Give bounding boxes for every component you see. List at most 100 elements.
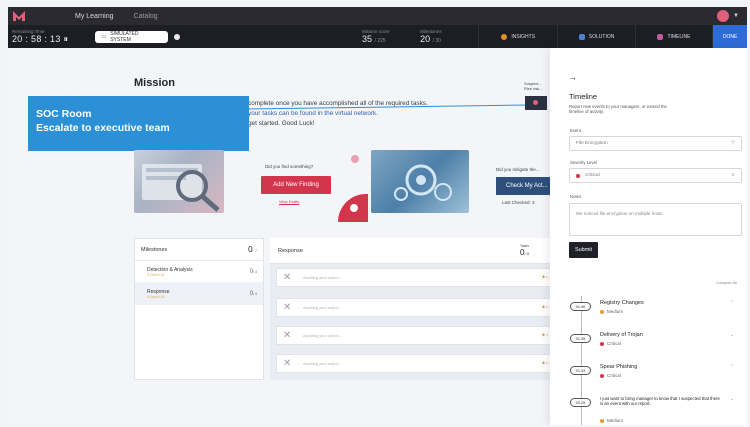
suspect-hint: Suspect... Rise risk... <box>524 81 543 91</box>
solution-button[interactable]: SOLUTION <box>557 25 634 48</box>
simulated-system-button[interactable]: ▭ SIMULATED SYSTEM <box>95 30 169 43</box>
event-select[interactable]: File Encryption ▽ <box>569 136 742 151</box>
entry-name: I just want to bring manager to know tha… <box>600 396 720 406</box>
submit-button[interactable]: Submit <box>569 242 598 258</box>
avatar[interactable] <box>717 10 730 22</box>
callout-subtitle: Escalate to executive team <box>36 122 170 134</box>
view-drafts-link[interactable]: View Drafts <box>279 199 299 204</box>
insights-button[interactable]: INSIGHTS <box>478 25 557 48</box>
action-icon[interactable]: ✦› <box>541 304 548 311</box>
chevron-down-icon[interactable]: ⌄ <box>730 332 734 338</box>
remaining-time: Remaining Time 20 : 58 : 13 ⏸ <box>12 29 85 45</box>
page-title: Mission <box>134 77 175 89</box>
milestone-item-detection[interactable]: Detection & Analysis 0 Out of 10 0/ 3 <box>135 261 263 283</box>
chevron-up-icon[interactable]: ⌃ <box>730 300 734 306</box>
severity-dot <box>600 373 604 378</box>
simulated-system-label: SIMULATED SYSTEM <box>110 30 139 43</box>
entry-severity-label: Medium <box>607 418 624 423</box>
callout-connector <box>249 104 532 110</box>
severity-select[interactable]: Critical ∨ <box>569 168 742 183</box>
chevron-up-icon[interactable]: ⌃ <box>730 364 734 370</box>
mission-score-total: / 225 <box>374 38 386 44</box>
insights-icon <box>501 33 508 40</box>
milestone-score-value: 20 <box>420 34 431 44</box>
response-header: Response <box>270 238 555 264</box>
insights-label: INSIGHTS <box>511 33 536 40</box>
entry-severity: Critical <box>600 341 621 346</box>
severity-label: Severity Level <box>570 160 597 165</box>
lock-icon <box>350 204 358 212</box>
suspect-line-2: Rise risk... <box>524 86 543 91</box>
brand-logo[interactable] <box>8 7 30 25</box>
task-row[interactable]: ✕ Awaiting your action... ✦› <box>276 354 555 373</box>
task-row[interactable]: ✕ Awaiting your action... ✦› <box>276 268 555 287</box>
nav-catalog[interactable]: Catalog <box>134 13 158 20</box>
entry-severity-label: Medium <box>607 309 624 314</box>
timeline-icon <box>657 33 664 40</box>
milestone-progress: 0 Out of 10 <box>147 272 165 277</box>
pause-icon[interactable]: ⏸ <box>63 34 68 44</box>
task-placeholder: Awaiting your action... <box>303 275 343 280</box>
monitor-icon: ▭ <box>101 33 107 40</box>
entry-severity-label: Critical <box>607 373 621 378</box>
tools-icon: ✕ <box>283 330 292 341</box>
nav-my-learning[interactable]: My Learning <box>75 13 114 20</box>
entry-severity: Critical <box>600 373 621 378</box>
entry-time: 01:33 <box>570 366 591 375</box>
add-new-finding-button[interactable]: Add New Finding <box>261 176 331 194</box>
milestones-total: / 7 <box>252 248 257 253</box>
severity-value: Critical <box>585 173 600 178</box>
action-icon[interactable]: ✦› <box>541 360 548 367</box>
callout-title: SOC Room <box>36 108 92 120</box>
tools-icon: ✕ <box>283 302 292 313</box>
arrow-right-icon[interactable]: → <box>568 72 577 82</box>
milestone-name: Response <box>147 288 170 295</box>
tools-icon: ✕ <box>283 272 292 283</box>
task-placeholder: Awaiting your action... <box>303 305 343 310</box>
notes-textarea[interactable]: We noticed file encryption on multiple h… <box>569 203 742 236</box>
decorative-shape <box>338 194 368 222</box>
severity-dot <box>600 341 604 346</box>
timeline-panel: → Timeline Report new events to your man… <box>550 48 747 425</box>
last-checked-text: Last Checked: 3 <box>502 200 535 205</box>
milestone-total: / 4 <box>253 291 257 296</box>
tasks-total: / 4 <box>524 251 529 256</box>
record-icon <box>533 100 538 105</box>
solution-label: SOLUTION <box>588 33 615 40</box>
suspect-button[interactable] <box>525 96 547 110</box>
severity-dot <box>600 418 604 423</box>
milestones-header: Milestones 0/ 7 <box>135 239 263 261</box>
response-heading: Response <box>278 247 303 254</box>
chevron-down-icon: ∨ <box>731 172 735 178</box>
chevron-down-icon[interactable]: ▼ <box>733 13 739 19</box>
tools-icon: ✕ <box>283 358 292 369</box>
magnifier-illustration <box>134 150 224 213</box>
tasks-counter: Tasks 0/ 4 <box>520 244 529 257</box>
milestone-total: / 3 <box>253 269 257 274</box>
collapse-all-link[interactable]: Collapse All <box>716 280 737 285</box>
entry-name: Delivery of Trojan <box>600 332 643 338</box>
chevron-down-icon[interactable]: ⌄ <box>730 396 734 402</box>
timeline-button[interactable]: TIMELINE <box>634 25 712 48</box>
status-indicator-dot <box>174 33 181 40</box>
done-button[interactable]: DONE <box>712 25 747 48</box>
mission-score: Mission score 35 / 225 <box>362 29 420 44</box>
task-row[interactable]: ✕ Awaiting your action... ✦› <box>276 326 555 345</box>
chevron-down-icon: ▽ <box>731 140 735 146</box>
remaining-time-value: 20 : 58 : 13 <box>12 33 61 44</box>
task-row[interactable]: ✕ Awaiting your action... ✦› <box>276 298 555 317</box>
mission-status-bar: Remaining Time 20 : 58 : 13 ⏸ ▭ SIMULATE… <box>8 25 747 48</box>
entry-severity-label: Critical <box>607 341 621 346</box>
soc-room-callout: SOC Room Escalate to executive team <box>28 96 249 151</box>
milestone-item-response[interactable]: Response 0 Out of 10 0/ 4 <box>135 283 263 305</box>
event-value: File Encryption <box>576 141 608 146</box>
action-icon[interactable]: ✦› <box>541 274 548 281</box>
action-icon[interactable]: ✦› <box>541 332 548 339</box>
mitigate-question: Did you mitigate the... <box>496 167 540 172</box>
find-question: Did you find something? <box>265 164 314 169</box>
top-nav-bar: My Learning Catalog ▼ <box>8 7 747 25</box>
check-my-actions-button[interactable]: Check My Act... <box>496 177 556 195</box>
timeline-description: Report new events to your managers, or e… <box>569 104 667 114</box>
mission-score-value: 35 <box>362 34 373 44</box>
milestone-name: Detection & Analysis <box>147 266 193 273</box>
